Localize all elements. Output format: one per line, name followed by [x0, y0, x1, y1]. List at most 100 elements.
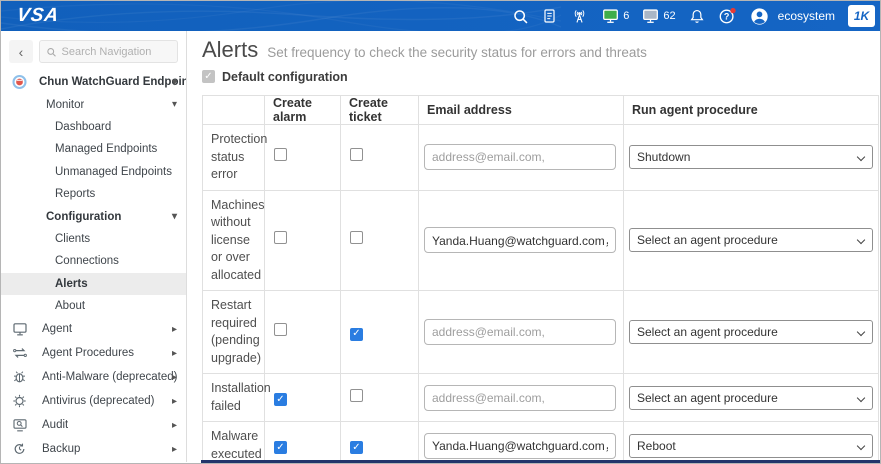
chevron-right-icon[interactable]: ▸ — [172, 348, 177, 359]
create-ticket-checkbox[interactable] — [350, 148, 363, 162]
chevron-down-icon — [856, 236, 866, 245]
chevron-down-icon[interactable]: ▾ — [172, 77, 177, 88]
agent-procedure-selected-value: Select an agent procedure — [637, 233, 778, 248]
sidebar-item-dashboard[interactable]: Dashboard — [1, 116, 186, 138]
search-navigation-input[interactable] — [61, 45, 171, 58]
broadcast-icon[interactable] — [570, 8, 589, 25]
sidebar-item-chun-watchguard-endpoint[interactable]: Chun WatchGuard Endpoint ...▾ — [1, 71, 186, 93]
create-ticket-checkbox-cell: ✓ — [340, 421, 419, 463]
sidebar-item-label: Managed Endpoints — [55, 143, 158, 156]
default-configuration-row: ✓ Default configuration — [202, 69, 879, 84]
sidebar-item-anti-malware-deprecated[interactable]: Anti-Malware (deprecated) ▸ — [1, 365, 186, 389]
create-alarm-checkbox[interactable] — [274, 231, 287, 245]
chevron-right-icon[interactable]: ▸ — [172, 396, 177, 407]
main-content: Alerts Set frequency to check the securi… — [188, 31, 879, 463]
chevron-down-icon[interactable]: ▾ — [172, 211, 177, 222]
create-alarm-checkbox-cell — [264, 124, 341, 191]
chevron-down-icon[interactable]: ▾ — [172, 99, 177, 110]
chevron-down-icon — [856, 327, 866, 337]
vsa-window: VSA 6 62? ecosystem 1K ‹ Chun WatchGuard … — [0, 0, 881, 464]
chevron-right-icon[interactable]: ▸ — [172, 420, 177, 431]
create-ticket-checkbox-cell — [340, 189, 419, 291]
alert-row-malware-executed: Malware executed ✓ ✓ Reboot — [202, 421, 879, 463]
email-address-cell — [418, 189, 624, 291]
create-ticket-checkbox[interactable]: ✓ — [350, 327, 363, 341]
sidebar-item-reports[interactable]: Reports — [1, 183, 186, 205]
email-address-input[interactable] — [424, 319, 616, 345]
chevron-right-icon[interactable]: ▸ — [172, 444, 177, 455]
sidebar-item-managed-endpoints[interactable]: Managed Endpoints — [1, 138, 186, 160]
sidebar: ‹ Chun WatchGuard Endpoint ...▾ Monitor ▾ D… — [1, 31, 187, 462]
sidebar-item-label: Connections — [55, 255, 119, 268]
create-alarm-checkbox[interactable]: ✓ — [274, 393, 287, 406]
search-icon[interactable] — [512, 8, 529, 25]
create-ticket-checkbox[interactable] — [350, 388, 363, 402]
managed-machines-icon[interactable]: 6 — [602, 8, 629, 24]
sidebar-item-connections[interactable]: Connections — [1, 250, 186, 272]
search-icon — [47, 47, 56, 57]
create-alarm-checkbox-cell — [264, 189, 341, 291]
sidebar-item-backup[interactable]: Backup ▸ — [1, 437, 186, 461]
sidebar-item-agent-procedures[interactable]: Agent Procedures ▸ — [1, 341, 186, 365]
email-address-input[interactable] — [424, 384, 616, 411]
agent-procedure-select[interactable]: Reboot — [629, 433, 873, 458]
create-alarm-checkbox[interactable] — [274, 148, 287, 162]
sidebar-item-label: Dashboard — [55, 120, 112, 133]
email-address-input[interactable] — [424, 432, 616, 459]
vsa-logo: VSA — [15, 5, 61, 26]
sidebar-item-monitor[interactable]: Monitor ▾ — [1, 93, 186, 115]
create-alarm-checkbox[interactable]: ✓ — [274, 441, 287, 454]
agent-procedure-selected-value: Shutdown — [637, 150, 691, 165]
default-configuration-checkbox[interactable]: ✓ — [202, 70, 215, 83]
create-alarm-checkbox[interactable] — [274, 323, 287, 336]
username-label[interactable]: ecosystem — [778, 9, 835, 23]
sidebar-collapse-button[interactable]: ‹ — [9, 40, 33, 63]
antivirus-icon — [12, 394, 27, 409]
agent-procedures-icon — [12, 346, 28, 361]
agent-procedure-select[interactable]: Shutdown — [629, 145, 873, 170]
chevron-right-icon[interactable]: ▸ — [172, 324, 177, 335]
sidebar-item-configuration[interactable]: Configuration ▾ — [1, 205, 186, 227]
column-header-create-ticket: Create ticket — [340, 95, 419, 125]
run-agent-procedure-cell: Shutdown — [623, 124, 879, 191]
backup-icon — [12, 442, 27, 457]
agent-procedure-select[interactable]: Select an agent procedure — [629, 228, 873, 253]
sidebar-item-agent[interactable]: Agent ▸ — [1, 317, 186, 341]
run-agent-procedure-cell: Select an agent procedure — [623, 373, 879, 422]
page-title: Alerts — [202, 37, 259, 62]
notifications-icon[interactable] — [689, 8, 705, 25]
create-alarm-checkbox-cell — [264, 290, 341, 374]
sidebar-item-about[interactable]: About — [1, 295, 186, 317]
alert-type-label: Installation failed — [202, 373, 271, 422]
alert-row-protection-status-error: Protection status error Shutdown — [202, 124, 879, 191]
email-address-cell — [418, 124, 624, 191]
sidebar-item-label: Alerts — [55, 277, 88, 290]
column-header-create-alarm: Create alarm — [264, 95, 341, 125]
create-ticket-checkbox[interactable] — [350, 231, 363, 245]
sidebar-item-label: Monitor — [46, 98, 85, 111]
kaseya-brand-badge[interactable]: 1K — [848, 5, 875, 27]
agent-procedure-selected-value: Select an agent procedure — [637, 390, 778, 405]
chevron-down-icon — [856, 393, 866, 402]
help-icon[interactable]: ? — [718, 7, 737, 25]
sidebar-search[interactable] — [39, 40, 178, 63]
create-ticket-checkbox[interactable]: ✓ — [350, 441, 363, 454]
report-icon[interactable] — [542, 8, 557, 24]
user-avatar-icon[interactable] — [750, 7, 769, 26]
agent-procedure-select[interactable]: Select an agent procedure — [629, 320, 873, 344]
sidebar-item-antivirus-deprecated[interactable]: Antivirus (deprecated) ▸ — [1, 389, 186, 413]
sidebar-item-label: Anti-Malware (deprecated) — [42, 371, 178, 384]
chevron-right-icon[interactable]: ▸ — [172, 372, 177, 383]
create-alarm-checkbox-cell: ✓ — [264, 373, 341, 422]
email-address-input[interactable] — [424, 227, 616, 254]
sidebar-item-unmanaged-endpoints[interactable]: Unmanaged Endpoints — [1, 161, 186, 183]
offline-machines-icon[interactable]: 62 — [642, 8, 676, 24]
bottom-window-edge — [201, 460, 880, 463]
sidebar-item-clients[interactable]: Clients — [1, 228, 186, 250]
sidebar-item-audit[interactable]: Audit ▸ — [1, 413, 186, 437]
email-address-input[interactable] — [424, 144, 616, 171]
column-header-row-label — [202, 95, 265, 125]
sidebar-item-alerts[interactable]: Alerts — [1, 272, 186, 295]
run-agent-procedure-cell: Select an agent procedure — [623, 290, 879, 374]
agent-procedure-select[interactable]: Select an agent procedure — [629, 385, 873, 410]
